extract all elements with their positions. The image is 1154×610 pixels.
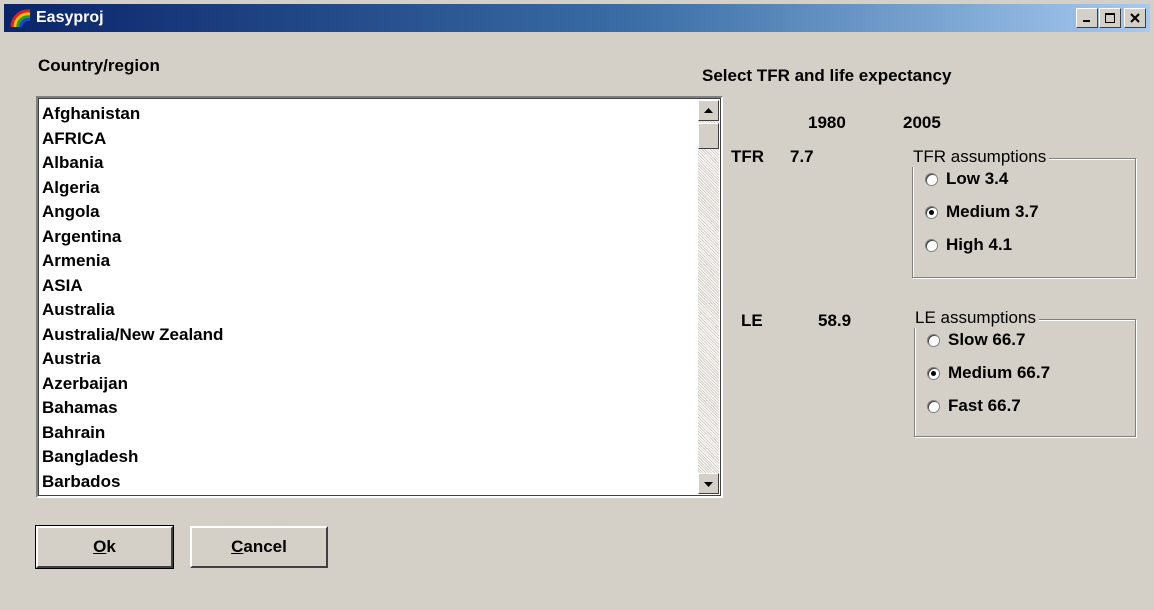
le-option-label: Medium 66.7 xyxy=(948,363,1051,382)
ok-button-label: Ok xyxy=(93,537,116,556)
tfr-option-label: Medium 3.7 xyxy=(946,202,1039,221)
tfr-option-label: Low 3.4 xyxy=(946,169,1009,188)
le-assumptions-title: LE assumptions xyxy=(913,308,1039,328)
scroll-up-button[interactable] xyxy=(698,100,719,121)
tfr-assumptions-group: TFR assumptions Low 3.4 Medium 3.7 High 4.… xyxy=(911,147,1136,278)
ok-button[interactable]: Ok xyxy=(35,525,174,569)
le-option[interactable]: Medium 66.7 xyxy=(927,363,1050,383)
le-label: LE xyxy=(741,311,763,330)
list-item[interactable]: Austria xyxy=(42,347,695,372)
list-item[interactable]: Armenia xyxy=(42,249,695,274)
list-item[interactable]: Belarus xyxy=(42,494,695,496)
year-2005-label: 2005 xyxy=(903,113,941,132)
list-item[interactable]: Angola xyxy=(42,200,695,225)
year-1980-label: 1980 xyxy=(808,113,846,132)
maximize-icon xyxy=(1105,13,1115,23)
close-button[interactable] xyxy=(1124,8,1146,28)
le-1980-value: 58.9 xyxy=(818,311,852,330)
radio-selected-dot xyxy=(931,370,936,376)
list-item[interactable]: Bahamas xyxy=(42,396,695,421)
radio-button[interactable] xyxy=(925,205,938,219)
tfr-option[interactable]: High 4.1 xyxy=(925,235,1012,255)
tfr-label: TFR xyxy=(731,147,765,166)
list-item[interactable]: Afghanistan xyxy=(42,102,695,127)
country-list: Afghanistan AFRICA Albania Algeria Angola Arg… xyxy=(42,102,695,496)
scroll-down-button[interactable] xyxy=(698,473,719,494)
tfr-option-label: High 4.1 xyxy=(946,235,1013,254)
tfr-assumptions-title: TFR assumptions xyxy=(911,147,1050,167)
radio-button[interactable] xyxy=(927,366,940,380)
list-item[interactable]: ASIA xyxy=(42,274,695,299)
list-item[interactable]: Australia xyxy=(42,298,695,323)
scroll-thumb[interactable] xyxy=(698,123,719,149)
radio-button[interactable] xyxy=(927,399,940,413)
window-title: Easyproj xyxy=(36,9,104,26)
title-bar[interactable]: Easyproj xyxy=(4,4,1150,32)
country-listbox[interactable]: Afghanistan AFRICA Albania Algeria Angola Arg… xyxy=(36,96,723,498)
maximize-button[interactable] xyxy=(1099,8,1121,28)
tfr-option[interactable]: Low 3.4 xyxy=(925,169,1008,189)
minimize-icon xyxy=(1083,20,1090,22)
le-option-label: Fast 66.7 xyxy=(948,396,1021,415)
list-scrollbar[interactable] xyxy=(698,100,719,494)
minimize-button[interactable] xyxy=(1076,8,1098,28)
tfr-option[interactable]: Medium 3.7 xyxy=(925,202,1039,222)
list-item[interactable]: Bahrain xyxy=(42,421,695,446)
radio-selected-dot xyxy=(929,209,934,215)
radio-button[interactable] xyxy=(925,172,938,186)
list-item[interactable]: Bangladesh xyxy=(42,445,695,470)
le-option[interactable]: Slow 66.7 xyxy=(927,330,1025,350)
tfr-1980-value: 7.7 xyxy=(790,147,814,166)
le-option[interactable]: Fast 66.7 xyxy=(927,396,1021,416)
country-region-label: Country/region xyxy=(38,56,160,75)
arrow-down-icon xyxy=(704,481,713,487)
list-item[interactable]: Barbados xyxy=(42,470,695,495)
list-item[interactable]: Australia/New Zealand xyxy=(42,323,695,348)
radio-button[interactable] xyxy=(927,333,940,347)
main-window: Easyproj Country/region Select TFR and l… xyxy=(0,0,1154,610)
list-item[interactable]: Argentina xyxy=(42,225,695,250)
cancel-button[interactable]: Cancel xyxy=(190,526,328,568)
le-assumptions-group: LE assumptions Slow 66.7 Medium 66.7 Fast … xyxy=(913,308,1136,437)
cancel-button-label: Cancel xyxy=(231,537,287,556)
select-heading: Select TFR and life expectancy xyxy=(702,66,952,85)
app-rainbow-icon xyxy=(10,9,31,28)
radio-button[interactable] xyxy=(925,238,938,252)
list-item[interactable]: Azerbaijan xyxy=(42,372,695,397)
close-icon xyxy=(1130,13,1140,23)
list-item[interactable]: Albania xyxy=(42,151,695,176)
list-item[interactable]: Algeria xyxy=(42,176,695,201)
arrow-up-icon xyxy=(704,107,713,113)
list-item[interactable]: AFRICA xyxy=(42,127,695,152)
le-option-label: Slow 66.7 xyxy=(948,330,1026,349)
